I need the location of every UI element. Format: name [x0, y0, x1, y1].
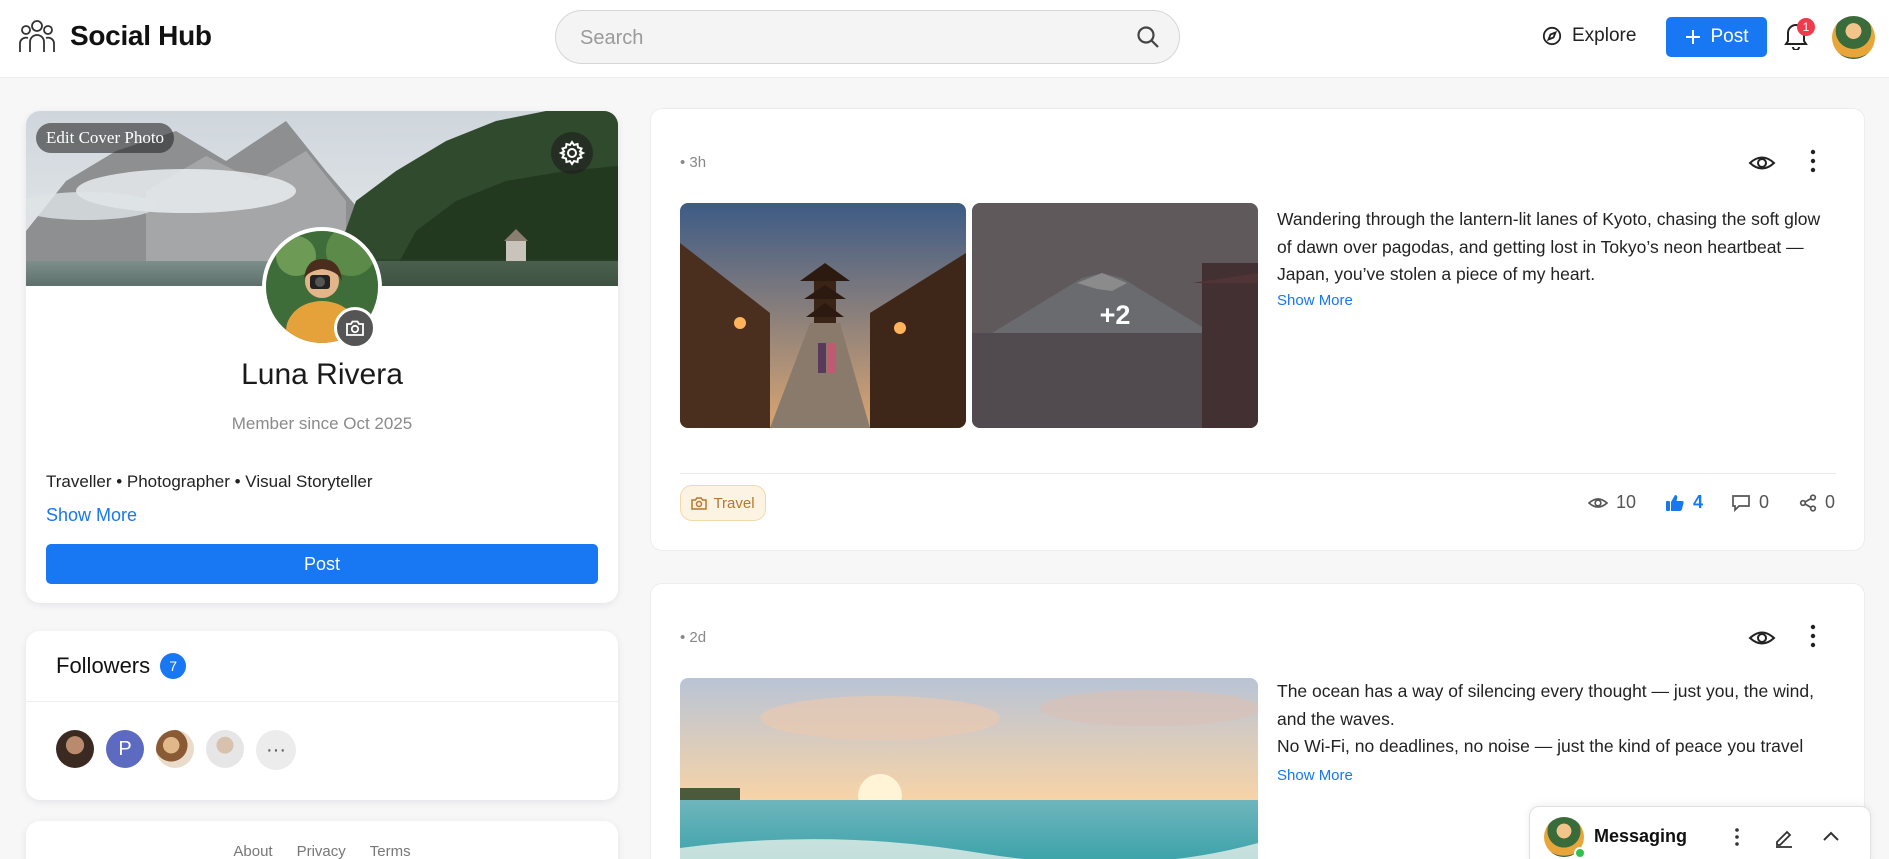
gear-icon: [559, 140, 585, 166]
shares-count: 0: [1825, 492, 1836, 512]
beach-sunset-image: [680, 678, 1258, 859]
compass-icon: [1542, 26, 1562, 46]
change-avatar-button[interactable]: [334, 307, 376, 349]
followers-count-badge: 7: [160, 653, 187, 679]
app-logo[interactable]: Social Hub: [18, 18, 212, 54]
camera-icon: [691, 497, 708, 510]
profile-post-button[interactable]: Post: [46, 544, 598, 584]
explore-link[interactable]: Explore: [1542, 25, 1636, 47]
camera-icon: [346, 320, 364, 336]
post-text-line: No Wi-Fi, no deadlines, no noise — just …: [1277, 736, 1804, 756]
eye-icon: [1588, 497, 1608, 508]
messaging-label: Messaging: [1594, 826, 1688, 846]
share-button[interactable]: 0: [1799, 492, 1835, 513]
search-input[interactable]: [580, 23, 1120, 53]
footer-link-about[interactable]: About: [233, 843, 272, 859]
follower-avatar[interactable]: [56, 730, 94, 768]
create-post-button[interactable]: Post: [1666, 17, 1767, 57]
profile-card: Edit Cover Photo Luna Rivera Member sinc…: [26, 111, 618, 603]
footer-card: About Privacy Terms: [26, 821, 618, 859]
profile-name: Luna Rivera: [241, 358, 403, 391]
chevron-up-icon[interactable]: [1820, 826, 1842, 848]
post-text: Wandering through the lantern-lit lanes …: [1277, 209, 1821, 284]
post-text-line: The ocean has a way of silencing every t…: [1277, 681, 1814, 729]
cover-settings-button[interactable]: [551, 132, 593, 174]
footer-links: About Privacy Terms: [26, 843, 618, 859]
user-avatar[interactable]: [1832, 16, 1875, 59]
top-navigation-bar: Social Hub Explore Post 1: [0, 0, 1889, 78]
app-name: Social Hub: [70, 20, 212, 51]
post-timestamp: • 3h: [680, 154, 707, 171]
kyoto-street-image: [680, 203, 966, 428]
followers-header[interactable]: Followers 7: [56, 653, 187, 679]
search-bar: [555, 10, 1180, 64]
eye-icon[interactable]: [1748, 624, 1776, 652]
more-images-overlay[interactable]: +2: [972, 203, 1258, 428]
more-options-icon[interactable]: [1726, 826, 1748, 848]
comments-count: 0: [1759, 492, 1770, 512]
follower-avatar[interactable]: [206, 730, 244, 768]
views-count: 10: [1616, 492, 1637, 512]
views-stat[interactable]: 10: [1588, 492, 1636, 513]
category-tag-label: Travel: [713, 494, 755, 512]
eye-icon[interactable]: [1748, 149, 1776, 177]
comments-stat[interactable]: 0: [1731, 492, 1769, 513]
plus-icon: [1686, 30, 1701, 44]
profile-bio: Traveller • Photographer • Visual Storyt…: [46, 472, 373, 491]
category-tag[interactable]: Travel: [680, 485, 766, 521]
post-image-beach[interactable]: [680, 678, 1258, 859]
search-icon[interactable]: [1135, 24, 1161, 50]
divider: [680, 473, 1836, 474]
like-button[interactable]: 4: [1665, 492, 1703, 513]
people-icon: [19, 20, 55, 52]
likes-count: 4: [1693, 492, 1704, 512]
followers-title: Followers: [56, 653, 151, 678]
comment-icon: [1732, 494, 1750, 512]
create-post-label: Post: [1710, 26, 1749, 47]
online-status-dot: [1574, 847, 1586, 859]
post-show-more-link[interactable]: Show More: [1277, 292, 1353, 309]
explore-label: Explore: [1572, 25, 1637, 46]
footer-link-privacy[interactable]: Privacy: [297, 843, 346, 859]
footer-link-terms[interactable]: Terms: [370, 843, 411, 859]
member-since: Member since Oct 2025: [231, 414, 413, 433]
post-image-fuji[interactable]: +2: [972, 203, 1258, 428]
post-image-kyoto[interactable]: [680, 203, 966, 428]
post-show-more-link[interactable]: Show More: [1277, 767, 1353, 784]
post-timestamp: • 2d: [680, 629, 707, 646]
bio-show-more-link[interactable]: Show More: [46, 505, 137, 526]
share-icon: [1799, 493, 1817, 512]
more-options-icon[interactable]: [1799, 147, 1827, 175]
post-card: • 3h +2 Wandering through the lantern-li…: [650, 108, 1865, 551]
post-text: The ocean has a way of silencing every t…: [1277, 678, 1837, 761]
more-followers-button[interactable]: ···: [256, 730, 296, 770]
more-options-icon[interactable]: [1799, 622, 1827, 650]
compose-icon[interactable]: [1773, 826, 1795, 848]
follower-avatar[interactable]: P: [106, 730, 144, 768]
edit-cover-photo-button[interactable]: Edit Cover Photo: [36, 123, 175, 153]
notification-badge: 1: [1797, 18, 1815, 36]
thumbs-up-icon: [1666, 494, 1684, 511]
messaging-dock[interactable]: Messaging: [1529, 806, 1871, 859]
followers-card: Followers 7 P ···: [26, 631, 618, 800]
divider: [26, 701, 618, 702]
follower-avatar[interactable]: [156, 730, 194, 768]
notifications-button[interactable]: 1: [1783, 18, 1815, 52]
